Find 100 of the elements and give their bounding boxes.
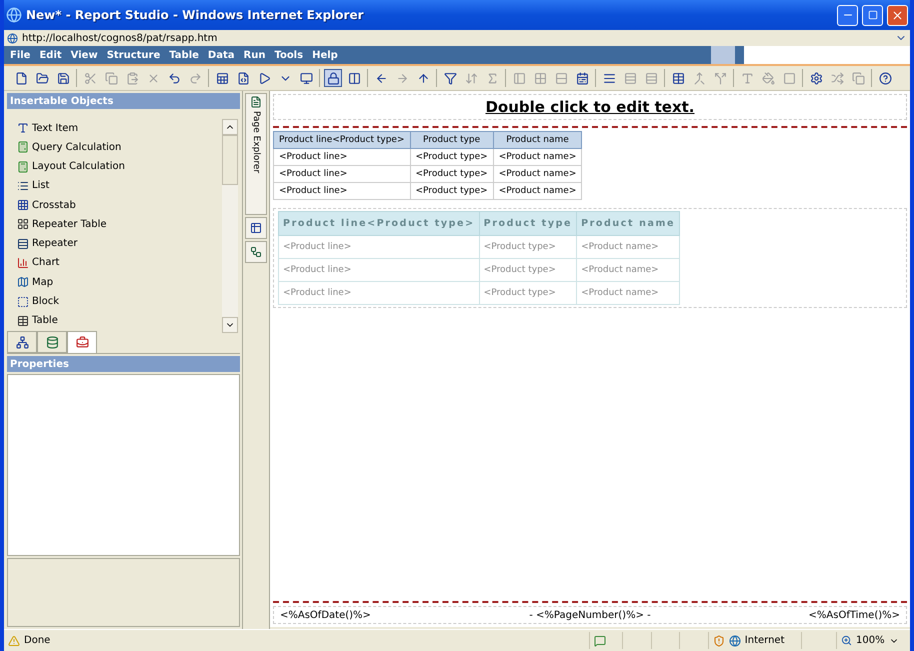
maximize-button[interactable]	[862, 4, 883, 26]
object-item[interactable]: Repeater	[17, 236, 222, 252]
close-button[interactable]	[887, 4, 908, 26]
calculator-icon	[17, 141, 29, 154]
object-item[interactable]: Table	[17, 312, 222, 329]
menu-item[interactable]: Edit	[39, 50, 62, 60]
minimize-button[interactable]	[837, 4, 858, 26]
page-explorer-tab[interactable]: Page Explorer	[245, 93, 267, 215]
data-item-icon	[46, 336, 58, 348]
toolbox-icon	[76, 336, 88, 349]
table-cell: <Product name>	[576, 258, 680, 282]
warning-icon	[8, 634, 20, 646]
menu-item[interactable]: Structure	[106, 50, 160, 60]
table-cell: <Product type>	[410, 182, 494, 200]
scroll-thumb[interactable]	[222, 135, 238, 185]
condition-explorer-tab[interactable]	[245, 241, 267, 263]
zoom-icon	[841, 635, 852, 646]
sum-icon	[486, 72, 498, 84]
header-text[interactable]: Double click to edit text.	[485, 98, 694, 116]
undo-icon	[168, 72, 180, 84]
table-cell: <Product name>	[493, 166, 582, 182]
column-header: Product name	[576, 212, 680, 236]
object-item[interactable]: Block	[17, 293, 222, 310]
panel-title: Insertable Objects	[7, 93, 240, 109]
globe-icon	[728, 634, 741, 646]
row-lines-icon	[602, 72, 616, 84]
table-cell: <Product type>	[479, 236, 577, 258]
run-icon	[258, 72, 270, 84]
xml-file-icon	[236, 72, 250, 84]
crosstab-icon	[17, 199, 29, 212]
footer-text: <%AsOfDate()%>	[279, 610, 372, 620]
table-icon	[672, 72, 684, 84]
help-icon	[878, 72, 892, 84]
column-header: Product type	[479, 212, 577, 236]
menu-item[interactable]: Table	[169, 50, 199, 60]
redo-icon	[188, 72, 202, 84]
map-icon	[17, 276, 29, 288]
table-cell: <Product name>	[576, 236, 680, 258]
zone-text: Internet	[744, 635, 785, 646]
spreadsheet-icon	[216, 72, 228, 84]
text-item-icon	[17, 122, 29, 134]
menu-item[interactable]: Tools	[274, 50, 304, 60]
workflow-icon	[250, 246, 262, 258]
table-icon	[250, 222, 262, 234]
paste-icon	[126, 72, 138, 84]
menu-item[interactable]: Data	[208, 50, 234, 60]
browser-icon	[6, 7, 22, 23]
panel-tab[interactable]	[67, 331, 97, 353]
query-explorer-tab[interactable]	[245, 217, 267, 239]
up-arrow-icon	[416, 72, 430, 84]
row-lines-icon	[624, 72, 636, 84]
zoom-text[interactable]: 100%	[856, 635, 885, 646]
merge-icon	[692, 72, 706, 84]
new-file-icon	[14, 72, 28, 84]
font-icon	[740, 72, 754, 84]
page-icon	[7, 32, 18, 44]
address-bar[interactable]: http://localhost/cognos8/pat/rsapp.htm	[4, 30, 910, 46]
object-item[interactable]: Text Item	[17, 120, 222, 136]
object-item[interactable]: Crosstab	[17, 197, 222, 214]
table-cell: <Product name>	[576, 282, 680, 304]
cut-icon	[84, 72, 96, 84]
table-cell: <Product type>	[410, 166, 494, 182]
object-item[interactable]: Layout Calculation	[17, 158, 222, 175]
copy-icon	[852, 72, 864, 84]
table-icon	[17, 314, 29, 327]
table-cell: <Product line>	[274, 182, 410, 200]
delete-icon	[146, 72, 160, 84]
shuffle-icon	[830, 72, 844, 84]
open-folder-icon	[36, 72, 48, 84]
menu-item[interactable]: Run	[244, 50, 266, 60]
tree-icon	[16, 336, 28, 348]
object-item[interactable]: Query Calculation	[17, 139, 222, 156]
row-lines-icon	[644, 72, 658, 84]
scrollbar[interactable]	[222, 119, 238, 333]
object-item[interactable]: List	[17, 178, 222, 194]
table-cell: <Product type>	[479, 258, 577, 282]
panel-tab[interactable]	[37, 331, 67, 353]
panel-title: Properties	[7, 356, 240, 372]
menu-item[interactable]: Help	[312, 50, 338, 60]
search-field[interactable]	[744, 46, 910, 64]
menu-item[interactable]: View	[70, 50, 98, 60]
border-icon	[782, 72, 796, 84]
lock-button[interactable]	[324, 69, 342, 87]
footer-text: <%AsOfTime()%>	[808, 610, 902, 620]
address-text: http://localhost/cognos8/pat/rsapp.htm	[22, 32, 218, 44]
repeater-table-icon	[17, 218, 29, 230]
block-icon	[17, 296, 29, 308]
menu-block	[711, 46, 735, 64]
table-cell: <Product line>	[278, 282, 480, 304]
table-cell: <Product name>	[493, 148, 582, 166]
menu-item[interactable]: File	[10, 50, 30, 60]
filter-icon	[444, 72, 456, 84]
object-item[interactable]: Map	[17, 274, 222, 290]
column-header: Product line<Product type>	[278, 212, 480, 236]
column-header: Product name	[493, 132, 582, 148]
object-item[interactable]: Chart	[17, 254, 222, 272]
left-arrow-icon	[374, 72, 388, 84]
shield-icon	[712, 634, 725, 646]
panel-tab[interactable]	[7, 331, 37, 353]
object-item[interactable]: Repeater Table	[17, 216, 222, 233]
